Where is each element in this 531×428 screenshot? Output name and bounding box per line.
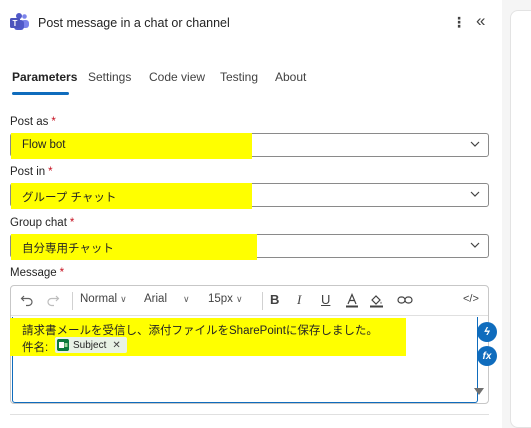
resize-handle-icon[interactable] [474, 388, 484, 395]
italic-button[interactable]: I [297, 292, 301, 308]
tab-code-view[interactable]: Code view [149, 70, 205, 84]
required-marker: * [48, 166, 53, 178]
group-chat-value: 自分専用チャット [22, 243, 114, 255]
tab-about[interactable]: About [275, 70, 306, 84]
paragraph-style-select[interactable]: Normal ∨ [80, 293, 127, 305]
link-icon[interactable] [397, 294, 413, 306]
tab-settings[interactable]: Settings [88, 70, 131, 84]
font-color-icon[interactable] [345, 293, 359, 308]
teams-icon: T [10, 13, 29, 30]
toolbar-divider [72, 292, 73, 310]
font-size-select[interactable]: 15px ∨ [208, 293, 243, 305]
bold-button[interactable]: B [270, 292, 279, 307]
chevron-down-icon: ∨ [120, 294, 127, 304]
chevron-down-icon: ∨ [183, 294, 190, 304]
post-in-label: Post in * [10, 166, 53, 178]
more-vertical-icon[interactable]: ⋮ [452, 14, 466, 30]
post-as-label: Post as * [10, 116, 56, 128]
subject-label: 件名: [22, 342, 49, 354]
underline-button[interactable]: U [321, 292, 330, 307]
font-select[interactable]: Arial ∨ [144, 293, 190, 305]
editor-toolbar: Normal ∨ Arial ∨ 15px ∨ B I U </> [11, 286, 488, 316]
chevron-down-icon [470, 141, 480, 147]
panel-header: T Post message in a chat or channel ⋮ « [10, 10, 495, 36]
chevron-down-icon [470, 191, 480, 197]
tab-parameters[interactable]: Parameters [12, 70, 77, 84]
panel-title: Post message in a chat or channel [38, 16, 230, 30]
highlight-color-icon[interactable] [369, 293, 384, 308]
message-label: Message * [10, 267, 65, 279]
group-chat-label: Group chat * [10, 217, 75, 229]
action-panel: T Post message in a chat or channel ⋮ « … [0, 0, 502, 428]
token-label: Subject [73, 339, 107, 351]
active-tab-indicator [12, 92, 69, 95]
canvas-edge [502, 0, 531, 428]
canvas-card [510, 10, 531, 428]
subject-token[interactable]: Subject ✕ [55, 337, 127, 353]
code-view-button[interactable]: </> [463, 293, 479, 305]
chevron-down-icon [470, 242, 480, 248]
toolbar-divider [262, 292, 263, 310]
required-marker: * [51, 116, 56, 128]
expression-button[interactable]: fx [477, 346, 497, 366]
tab-testing[interactable]: Testing [220, 70, 258, 84]
undo-icon[interactable] [20, 293, 34, 307]
post-in-dropdown[interactable]: グループ チャット [10, 183, 489, 209]
divider [10, 414, 489, 415]
dynamic-content-button[interactable]: ϟ [477, 322, 497, 342]
tab-bar: Parameters Settings Code view Testing Ab… [12, 70, 492, 96]
required-marker: * [59, 267, 65, 279]
chevron-down-icon: ∨ [235, 294, 243, 304]
message-text-line: 請求書メールを受信し、添付ファイルをSharePointに保存しました。 [22, 325, 378, 337]
redo-icon[interactable] [46, 293, 60, 307]
close-icon[interactable]: ✕ [112, 340, 120, 351]
group-chat-dropdown[interactable]: 自分専用チャット [10, 234, 489, 260]
post-as-dropdown[interactable]: Flow bot [10, 133, 489, 159]
required-marker: * [69, 217, 75, 229]
double-chevron-left-icon[interactable]: « [476, 11, 492, 31]
svg-text:T: T [13, 19, 18, 28]
post-in-value: グループ チャット [22, 192, 117, 204]
outlook-icon [57, 339, 69, 351]
post-as-value: Flow bot [22, 139, 66, 151]
